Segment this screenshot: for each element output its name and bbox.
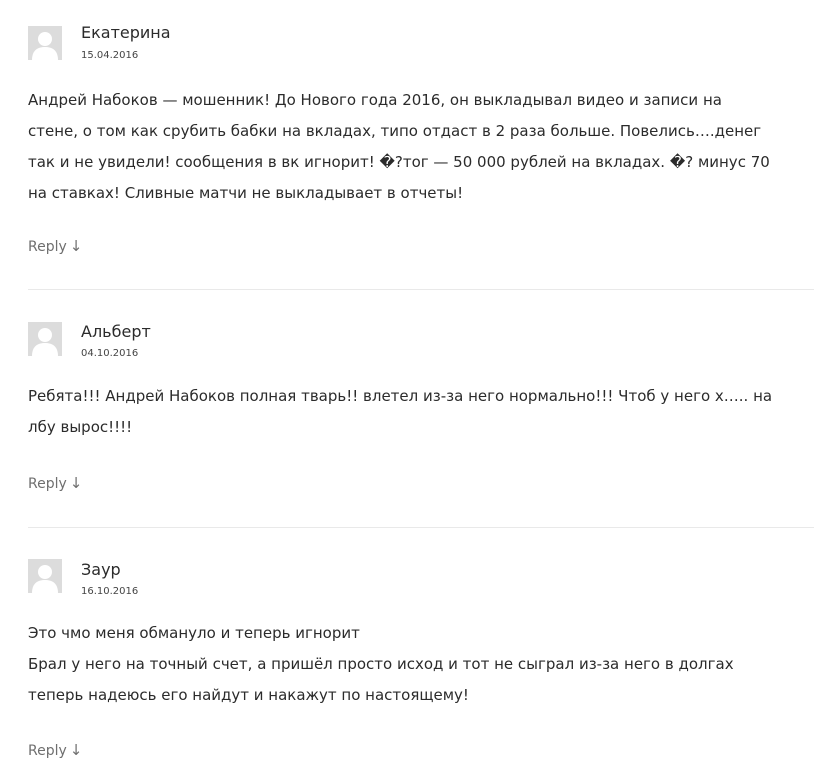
reply-label: Reply — [28, 743, 67, 759]
comment-line: так и не увидели! сообщения в вк игнорит… — [28, 153, 770, 171]
reply-link[interactable]: Reply ↓ — [28, 474, 82, 493]
comment-line: Это чмо меня обмануло и теперь игнорит — [28, 624, 360, 642]
reply-link[interactable]: Reply ↓ — [28, 741, 82, 760]
reply-label: Reply — [28, 239, 67, 255]
comment-line: Ребята!!! Андрей Набоков полная тварь!! … — [28, 387, 773, 405]
avatar-icon — [28, 322, 62, 356]
comment-line: Андрей Набоков — мошенник! До Нового год… — [28, 91, 722, 109]
arrow-down-icon: ↓ — [69, 474, 83, 492]
reply-link[interactable]: Reply ↓ — [28, 237, 82, 256]
comment-text: Андрей Набоков — мошенник! До Нового год… — [28, 85, 818, 209]
comment-separator — [28, 527, 814, 528]
comment-separator — [28, 289, 814, 290]
comment-author: Альберт — [81, 322, 151, 341]
reply-label: Reply — [28, 476, 67, 492]
comment-author: Заур — [81, 560, 121, 579]
comment-line: теперь надеюсь его найдут и накажут по н… — [28, 686, 469, 704]
comment-text: Это чмо меня обмануло и теперь игнорит Б… — [28, 618, 818, 711]
comment-date: 15.04.2016 — [81, 50, 139, 61]
avatar-icon — [28, 559, 62, 593]
comment-line: Брал у него на точный счет, а пришёл про… — [28, 655, 734, 673]
comment-text: Ребята!!! Андрей Набоков полная тварь!! … — [28, 381, 818, 443]
comment-line: лбу вырос!!!! — [28, 418, 133, 436]
comment-date: 16.10.2016 — [81, 586, 139, 597]
arrow-down-icon: ↓ — [69, 741, 83, 759]
comment-date: 04.10.2016 — [81, 348, 139, 359]
comment-author: Екатерина — [81, 23, 171, 42]
arrow-down-icon: ↓ — [69, 237, 83, 255]
comment-line: на ставках! Сливные матчи не выкладывает… — [28, 184, 464, 202]
comment-line: стене, о том как срубить бабки на вклада… — [28, 122, 762, 140]
avatar-icon — [28, 26, 62, 60]
